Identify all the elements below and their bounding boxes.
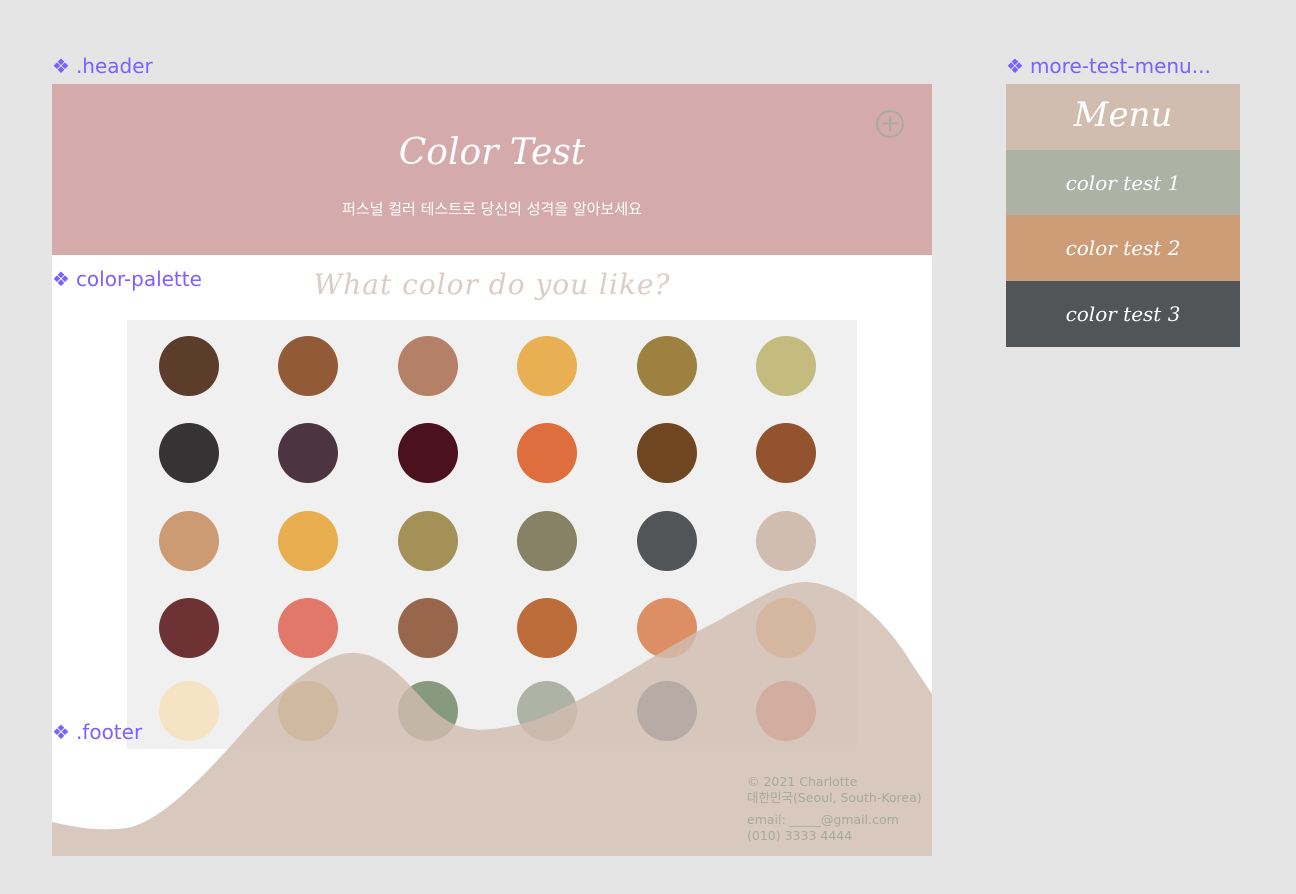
color-test-frame: Color Test 퍼스널 컬러 테스트로 당신의 성격을 알아보세요 + W… [52, 84, 932, 856]
component-icon: ❖ [52, 267, 70, 291]
color-swatch[interactable] [756, 336, 816, 396]
color-swatch[interactable] [756, 598, 816, 658]
footer-email[interactable]: email: _____@gmail.com [747, 812, 922, 828]
menu-title: Menu [1006, 84, 1240, 150]
menu-item-color-test-1[interactable]: color test 1 [1006, 150, 1240, 215]
footer-copyright: © 2021 Charlotte [747, 774, 858, 789]
color-swatch[interactable] [517, 336, 577, 396]
palette-component-label[interactable]: ❖ color-palette [52, 267, 202, 291]
more-test-menu: Menu color test 1 color test 2 color tes… [1006, 84, 1240, 347]
header-component-label[interactable]: ❖ .header [52, 54, 153, 78]
color-swatch[interactable] [756, 511, 816, 571]
component-icon: ❖ [52, 720, 70, 744]
color-swatch[interactable] [278, 511, 338, 571]
color-swatch[interactable] [159, 511, 219, 571]
color-swatch[interactable] [637, 336, 697, 396]
color-swatch[interactable] [637, 681, 697, 741]
color-swatch[interactable] [159, 598, 219, 658]
color-swatch[interactable] [756, 681, 816, 741]
footer-info: © 2021 Charlotte 대한민국(Seoul, South-Korea… [747, 774, 922, 844]
page-title: Color Test [398, 132, 586, 173]
color-swatch[interactable] [637, 511, 697, 571]
color-swatch[interactable] [278, 598, 338, 658]
page-subtitle: 퍼스널 컬러 테스트로 당신의 성격을 알아보세요 [342, 200, 642, 218]
color-swatch[interactable] [278, 423, 338, 483]
menu-component-name: more-test-menu... [1029, 54, 1211, 78]
header-component-name: .header [75, 54, 153, 78]
component-icon: ❖ [52, 54, 70, 78]
color-swatch[interactable] [159, 336, 219, 396]
footer-component-label[interactable]: ❖ .footer [52, 720, 142, 744]
header: Color Test 퍼스널 컬러 테스트로 당신의 성격을 알아보세요 + [52, 84, 932, 255]
color-swatch[interactable] [278, 681, 338, 741]
color-swatch[interactable] [398, 511, 458, 571]
footer-component-name: .footer [75, 720, 143, 744]
color-swatch[interactable] [637, 423, 697, 483]
plus-circle-icon[interactable]: + [876, 110, 904, 138]
color-swatch[interactable] [398, 681, 458, 741]
color-swatch[interactable] [159, 681, 219, 741]
color-swatch[interactable] [517, 598, 577, 658]
color-swatch[interactable] [398, 598, 458, 658]
color-palette [127, 320, 857, 749]
color-swatch[interactable] [756, 423, 816, 483]
color-swatch[interactable] [637, 598, 697, 658]
color-swatch[interactable] [517, 423, 577, 483]
menu-item-color-test-2[interactable]: color test 2 [1006, 215, 1240, 281]
color-swatch[interactable] [398, 423, 458, 483]
menu-item-color-test-3[interactable]: color test 3 [1006, 281, 1240, 347]
color-swatch[interactable] [159, 423, 219, 483]
menu-component-label[interactable]: ❖ more-test-menu... [1006, 54, 1211, 78]
color-swatch[interactable] [278, 336, 338, 396]
component-icon: ❖ [1006, 54, 1024, 78]
footer-phone: (010) 3333 4444 [747, 828, 853, 843]
color-swatch[interactable] [398, 336, 458, 396]
color-swatch[interactable] [517, 511, 577, 571]
color-swatch[interactable] [517, 681, 577, 741]
palette-component-name: color-palette [75, 267, 202, 291]
footer-location: 대한민국(Seoul, South-Korea) [747, 790, 922, 805]
